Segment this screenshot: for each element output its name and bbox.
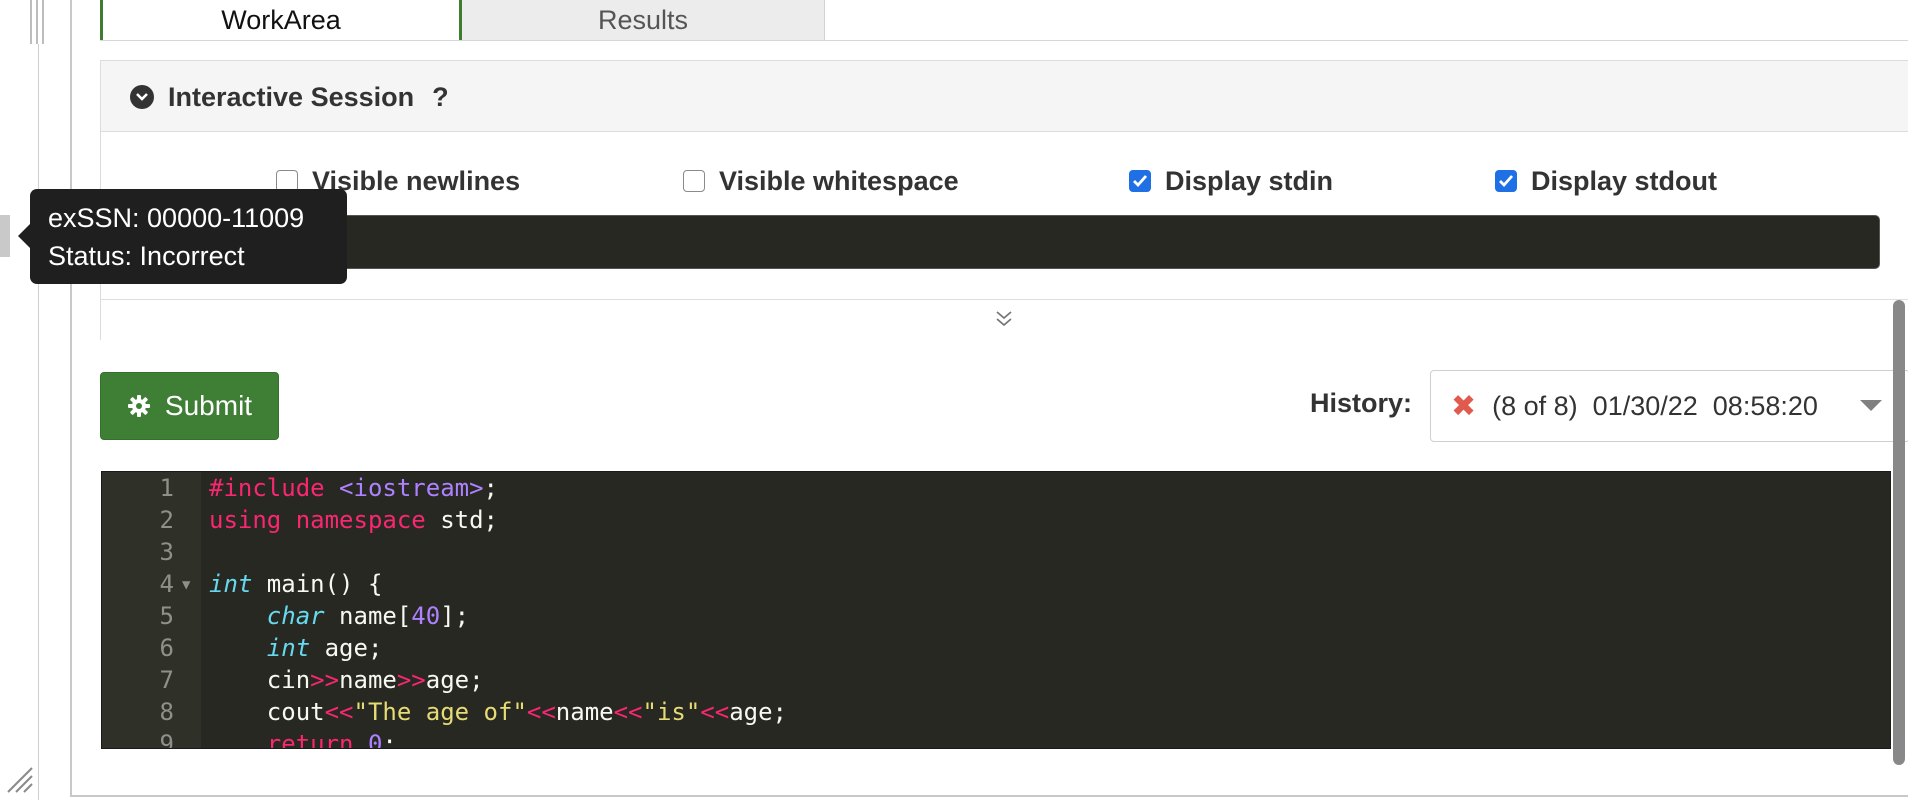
rail-divider xyxy=(36,0,38,44)
code-line[interactable]: using namespace std; xyxy=(209,506,498,534)
option-visible-whitespace[interactable]: Visible whitespace xyxy=(683,163,959,199)
code-line[interactable]: int main() { xyxy=(209,570,382,598)
code-line[interactable]: int age; xyxy=(209,634,383,662)
console-output[interactable] xyxy=(250,215,1880,269)
code-line[interactable]: return 0; xyxy=(209,730,397,748)
code-line[interactable]: char name[40]; xyxy=(209,602,469,630)
rail-divider xyxy=(38,44,39,800)
tab-workarea[interactable]: WorkArea xyxy=(100,0,462,40)
check-icon xyxy=(1499,175,1514,188)
row-marker xyxy=(0,215,10,257)
line-number: 7 xyxy=(159,666,174,694)
option-label: Visible whitespace xyxy=(719,165,959,196)
fold-arrow-icon[interactable]: ▼ xyxy=(182,577,190,593)
option-display-stdin[interactable]: Display stdin xyxy=(1129,163,1333,199)
session-header[interactable]: Interactive Session ? xyxy=(130,80,449,114)
status-tooltip: exSSN: 00000-11009 Status: Incorrect xyxy=(30,189,347,284)
option-label: Display stdin xyxy=(1165,165,1334,196)
x-icon: ✖ xyxy=(1451,389,1477,423)
rail-divider xyxy=(42,0,44,44)
code-line[interactable]: cin>>name>>age; xyxy=(209,666,484,694)
code-line[interactable]: cout<<"The age of"<<name<<"is"<<age; xyxy=(209,698,787,726)
history-select[interactable]: ✖ (8 of 8) 01/30/22 08:58:20 xyxy=(1430,370,1908,442)
line-number: 5 xyxy=(159,602,174,630)
history-selected: (8 of 8) 01/30/22 08:58:20 xyxy=(1492,390,1818,421)
left-rail xyxy=(0,0,44,800)
display-stdout-checkbox[interactable] xyxy=(1495,170,1517,192)
line-number: 8 xyxy=(159,698,174,726)
tooltip-arrow xyxy=(18,224,30,248)
line-number: 2 xyxy=(159,506,174,534)
code-line[interactable]: #include <iostream>; xyxy=(209,474,498,502)
scrollbar[interactable] xyxy=(1893,300,1905,765)
tooltip-ssn: exSSN: 00000-11009 xyxy=(48,203,305,233)
tab-divider xyxy=(100,40,1908,41)
visible-whitespace-checkbox[interactable] xyxy=(683,170,705,192)
dropdown-caret-icon[interactable] xyxy=(1860,400,1882,411)
line-number: 3 xyxy=(159,538,174,566)
session-title: Interactive Session xyxy=(168,81,415,112)
rail-divider xyxy=(30,0,32,44)
line-number: 1 xyxy=(159,474,174,502)
gear-icon xyxy=(127,394,151,418)
double-chevron-down-icon[interactable] xyxy=(990,307,1018,331)
tooltip-status: Status: Incorrect xyxy=(48,241,245,271)
tab-results[interactable]: Results xyxy=(462,0,825,40)
help-icon[interactable]: ? xyxy=(432,82,449,113)
tab-bar: WorkArea Results xyxy=(100,0,825,41)
history-label: History: xyxy=(1310,388,1413,418)
line-number: 4 xyxy=(159,570,174,598)
resize-grip-icon[interactable] xyxy=(4,764,34,794)
option-display-stdout[interactable]: Display stdout xyxy=(1495,163,1717,199)
chevron-down-icon[interactable] xyxy=(130,85,154,109)
line-number: 6 xyxy=(159,634,174,662)
check-icon xyxy=(1133,175,1148,188)
display-stdin-checkbox[interactable] xyxy=(1129,170,1151,192)
code-editor[interactable]: 1 2 3 4 ▼ 5 6 7 8 9 #include <iostream>;… xyxy=(101,471,1891,749)
option-label: Display stdout xyxy=(1531,165,1718,196)
submit-button[interactable]: Submit xyxy=(100,372,279,440)
line-number: 9 xyxy=(159,730,174,749)
submit-label: Submit xyxy=(164,390,253,421)
